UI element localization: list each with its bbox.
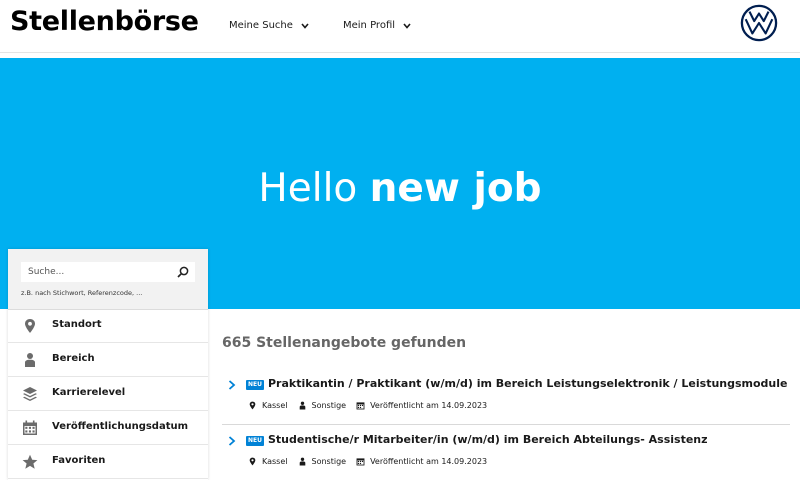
brand-title[interactable]: Stellenbörse: [10, 6, 199, 37]
nav-mein-profil[interactable]: Mein Profil: [343, 20, 411, 31]
search-icon[interactable]: [177, 266, 189, 278]
map-pin-icon: [249, 401, 256, 410]
site-header: Stellenbörse Meine Suche Mein Profil: [0, 0, 800, 53]
chevron-down-icon: [403, 22, 411, 29]
nav-label: Meine Suche: [229, 20, 293, 31]
job-listing[interactable]: NEU Praktikantin / Praktikant (w/m/d) im…: [222, 377, 790, 417]
job-published: Veröffentlicht am 14.09.2023: [370, 401, 488, 410]
filter-label: Bereich: [52, 353, 95, 364]
calendar-icon: [356, 458, 365, 466]
layers-icon: [23, 387, 37, 401]
search-panel: z.B. nach Stichwort, Referenzcode, ...: [8, 249, 208, 310]
new-badge: NEU: [246, 436, 264, 446]
calendar-icon: [356, 402, 365, 410]
person-icon: [299, 401, 305, 410]
vw-logo-icon[interactable]: [740, 4, 778, 42]
job-title[interactable]: Studentische/r Mitarbeiter/in (w/m/d) im…: [268, 433, 708, 446]
results-divider: [222, 424, 790, 425]
filter-sidebar: z.B. nach Stichwort, Referenzcode, ... S…: [8, 249, 208, 480]
hero-title: Hello new job: [0, 166, 800, 211]
filter-label: Standort: [52, 319, 102, 330]
search-input[interactable]: [21, 262, 178, 282]
job-published: Veröffentlicht am 14.09.2023: [370, 457, 488, 466]
results-count: 665 Stellenangebote gefunden: [222, 335, 467, 351]
chevron-right-icon: [228, 436, 236, 446]
nav-label: Mein Profil: [343, 20, 396, 31]
filter-label: Favoriten: [52, 455, 106, 466]
job-location: Kassel: [262, 401, 288, 410]
map-pin-icon: [249, 457, 256, 466]
filter-karrierelevel[interactable]: Karrierelevel: [8, 377, 208, 411]
star-icon: [22, 454, 38, 469]
new-badge: NEU: [246, 380, 264, 390]
search-hint: z.B. nach Stichwort, Referenzcode, ...: [21, 289, 143, 297]
filter-veroeffentlichungsdatum[interactable]: Veröffentlichungsdatum: [8, 411, 208, 445]
chevron-right-icon: [228, 380, 236, 390]
hero-title-bold: new job: [369, 166, 542, 211]
filter-label: Karrierelevel: [52, 387, 126, 398]
filter-bereich[interactable]: Bereich: [8, 343, 208, 377]
job-location: Kassel: [262, 457, 288, 466]
filter-label: Veröffentlichungsdatum: [52, 421, 189, 432]
person-icon: [299, 457, 305, 466]
job-meta: Kassel Sonstige Veröffentlicht am 14.09.…: [248, 457, 497, 466]
hero-title-light: Hello: [258, 166, 370, 211]
job-category: Sonstige: [311, 401, 347, 410]
person-icon: [25, 353, 35, 367]
search-box[interactable]: [21, 262, 195, 282]
chevron-down-icon: [301, 22, 309, 29]
nav-meine-suche[interactable]: Meine Suche: [229, 20, 309, 31]
filter-favoriten[interactable]: Favoriten: [8, 445, 208, 479]
calendar-icon: [23, 420, 37, 435]
job-title[interactable]: Praktikantin / Praktikant (w/m/d) im Ber…: [268, 377, 788, 390]
map-pin-icon: [25, 319, 35, 333]
job-listing[interactable]: NEU Studentische/r Mitarbeiter/in (w/m/d…: [222, 433, 790, 473]
job-meta: Kassel Sonstige Veröffentlicht am 14.09.…: [248, 401, 497, 410]
filter-standort[interactable]: Standort: [8, 309, 208, 343]
job-category: Sonstige: [311, 457, 347, 466]
